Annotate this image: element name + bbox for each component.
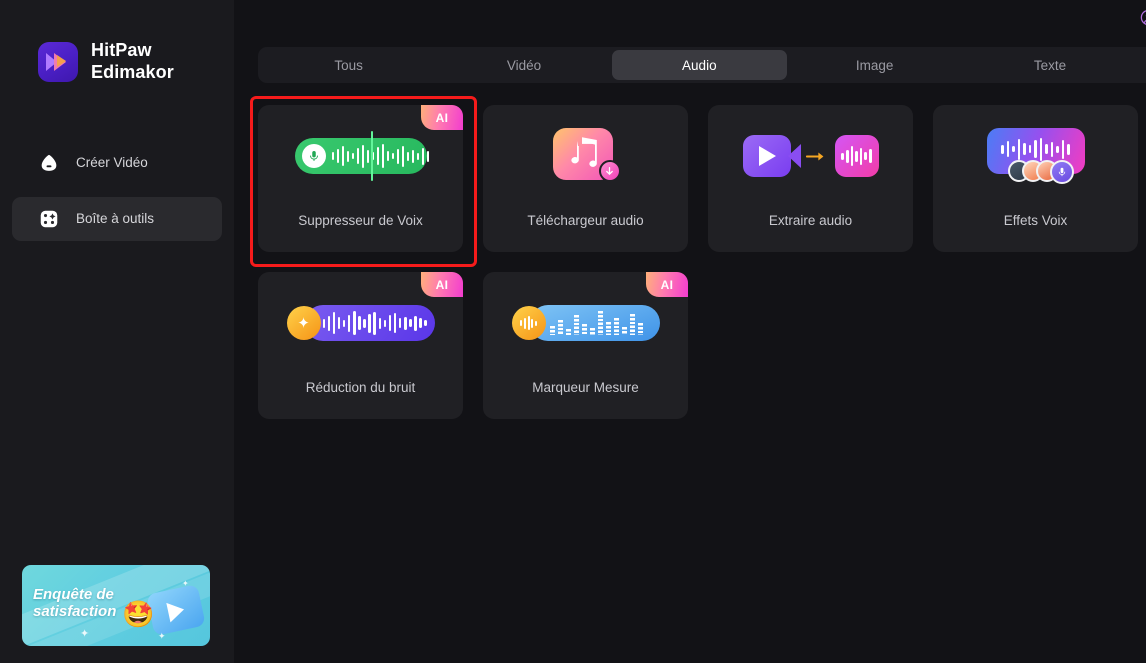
tool-card-wrapper: Extraire audio [708,105,913,252]
tool-card-wrapper: Téléchargeur audio [483,105,688,252]
extract-audio-icon [708,127,913,185]
satisfaction-survey-banner[interactable]: Enquête de satisfaction 🤩 ✦ ✦ ✦ [22,565,210,646]
tool-card-wrapper: AI [483,272,688,419]
tool-card-suppresseur-de-voix[interactable]: AI Suppresseur de Voix [258,105,463,252]
tool-card-label: Effets Voix [1003,213,1068,228]
noise-reduction-icon: ✦ [258,294,463,352]
tool-card-label: Extraire audio [768,213,853,228]
heart-eyes-emoji-icon: 🤩 [122,599,155,629]
voice-effects-icon [933,127,1138,185]
tool-card-marqueur-mesure[interactable]: AI Marqueur Mesure [483,272,688,419]
sparkle-icon: ✦ [80,628,90,640]
brand-line-1: HitPaw [91,40,152,60]
tab-tous[interactable]: Tous [261,50,436,80]
voice-remover-icon [258,127,463,185]
tool-card-extraire-audio[interactable]: Extraire audio [708,105,913,252]
sidebar-nav: Créer Vidéo Boîte à outils [0,141,234,241]
tool-card-wrapper: AI [258,272,463,419]
brand: HitPaw Edimakor [0,0,234,84]
banner-play-icon [146,584,206,636]
sidebar-item-creer-video[interactable]: Créer Vidéo [12,141,222,185]
tab-video[interactable]: Vidéo [436,50,611,80]
sidebar-item-boite-a-outils[interactable]: Boîte à outils [12,196,222,241]
tool-card-wrapper: AI [250,96,477,267]
tab-texte[interactable]: Texte [962,50,1137,80]
brand-name: HitPaw Edimakor [91,40,174,84]
tab-image[interactable]: Image [787,50,962,80]
tools-grid: AI Suppresseur de Voix Téléchargeur audi… [250,96,1146,419]
app-window: HitPaw Edimakor Créer Vidéo Boîte à outi… [0,0,1146,663]
sidebar-item-label: Créer Vidéo [76,155,148,171]
sparkle-icon: ✦ [158,631,166,641]
category-tabbar: Tous Vidéo Audio Image Texte Outils IA [258,47,1146,83]
home-icon [38,152,60,174]
arrow-right-icon [805,151,823,161]
sidebar: HitPaw Edimakor Créer Vidéo Boîte à outi… [0,0,234,663]
account-circle-icon[interactable] [1131,2,1146,32]
tool-card-label: Marqueur Mesure [532,380,639,395]
tool-card-telechargeur-audio[interactable]: Téléchargeur audio [483,105,688,252]
brand-line-2: Edimakor [91,61,174,82]
tab-audio[interactable]: Audio [611,50,787,80]
tab-outils-ia[interactable]: Outils IA [1138,50,1146,80]
tool-card-wrapper: Effets Voix [933,105,1138,252]
audio-downloader-icon [483,127,688,185]
tool-card-label: Téléchargeur audio [527,213,644,228]
sidebar-item-label: Boîte à outils [76,211,155,227]
tool-card-effets-voix[interactable]: Effets Voix [933,105,1138,252]
titlebar [234,0,1146,34]
hitpaw-logo-icon [38,41,78,82]
sparkle-icon: ✦ [182,579,189,588]
toolbox-dice-icon [38,208,60,230]
tool-card-label: Réduction du bruit [305,380,416,395]
main-area: Tous Vidéo Audio Image Texte Outils IA A… [234,0,1146,663]
beat-marker-icon [483,294,688,352]
tool-card-reduction-du-bruit[interactable]: AI ✦ Réduction du bruit [258,272,463,419]
tool-card-label: Suppresseur de Voix [298,213,423,228]
